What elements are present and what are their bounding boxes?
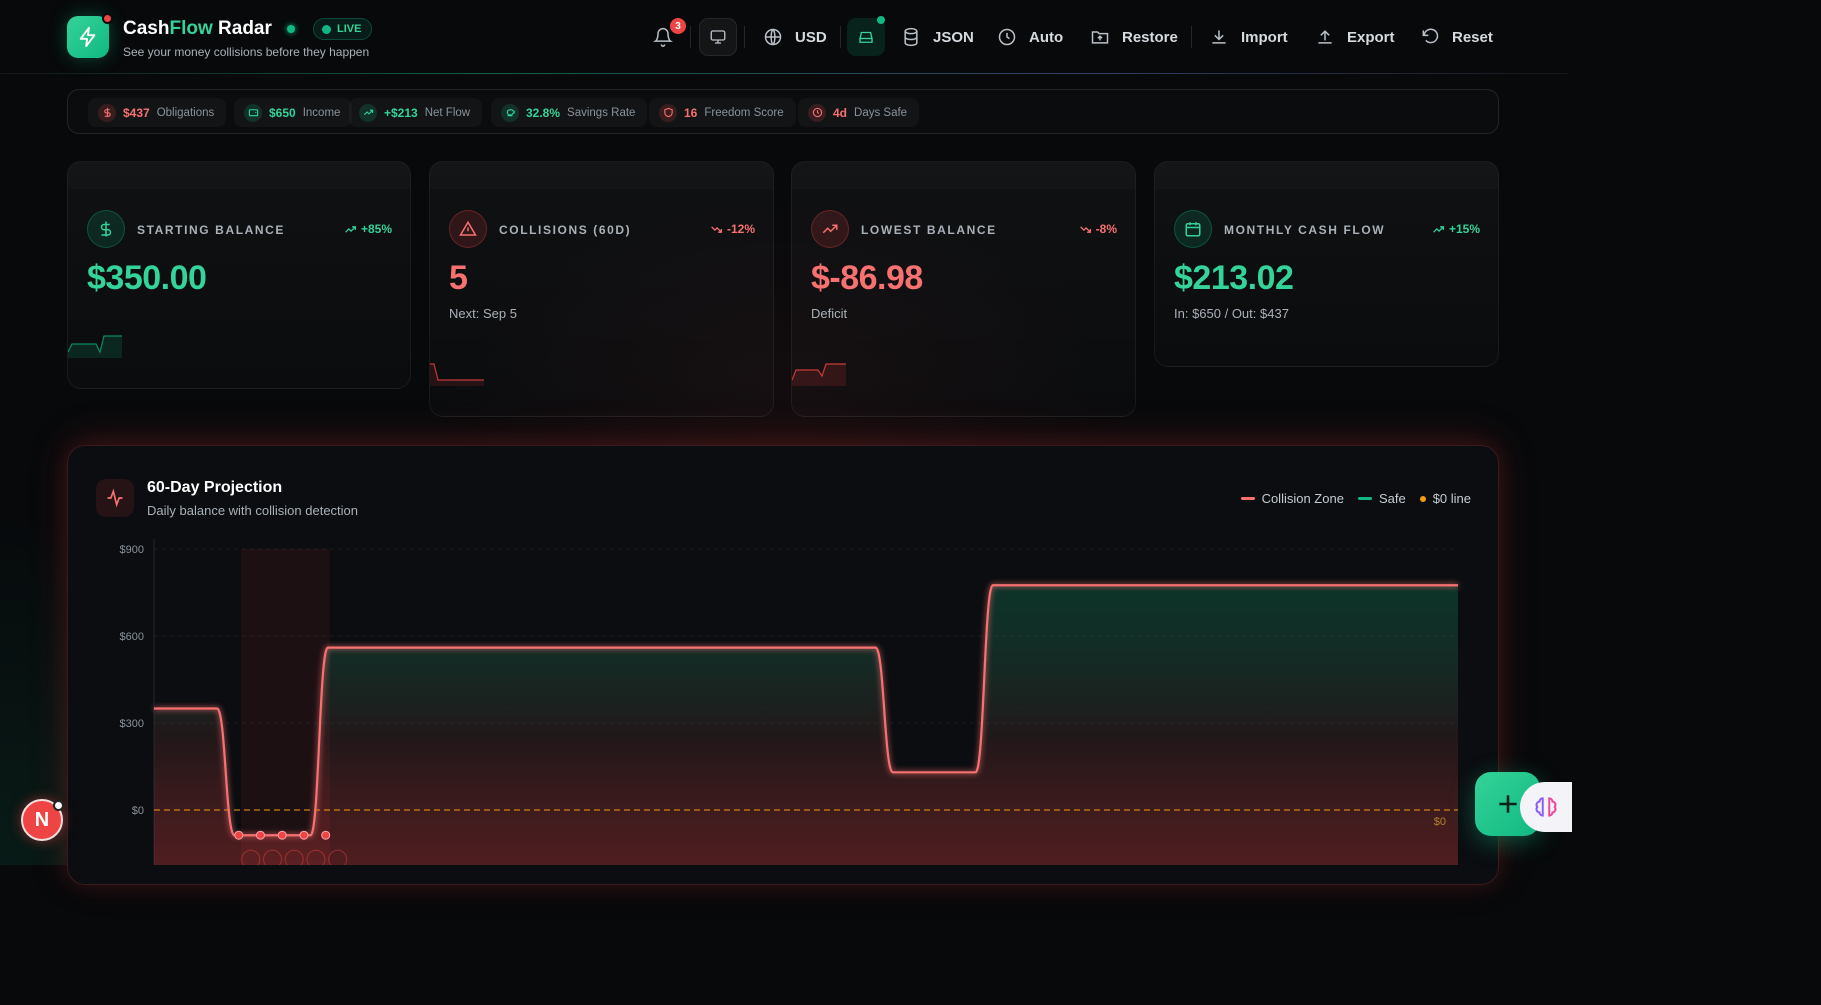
brain-icon [1535,797,1557,817]
collision-marker [299,830,309,840]
y-tick-label: $300 [120,718,144,730]
y-tick-label: $900 [120,544,144,556]
y-tick-label: $0 [132,805,144,817]
plus-icon [1498,795,1517,813]
collision-marker [321,830,331,840]
projection-chart: $900 $600 $300 $0 $0 [120,539,1458,865]
collision-marker [277,830,287,840]
avatar-status-dot [53,800,64,811]
balance-area [154,585,1458,865]
y-tick-label: $600 [120,631,144,643]
collision-marker [234,830,244,840]
zero-line-label: $0 [1434,816,1446,828]
collision-marker [255,830,265,840]
ai-assistant-button[interactable] [1520,782,1572,832]
